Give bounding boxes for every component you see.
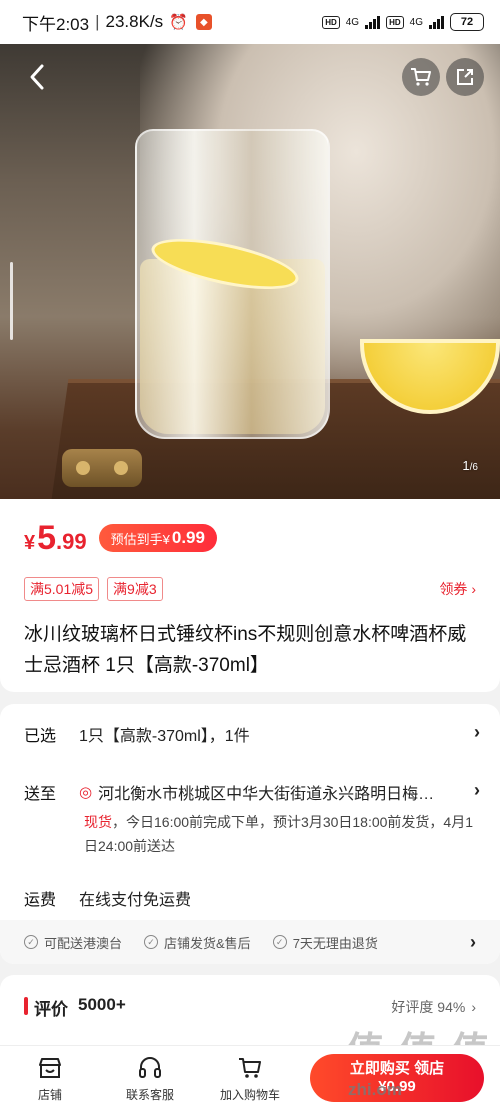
purchase-info-card: 已选 1只【高款-370ml】，1件 › 送至 ◎ 河北衡水市桃城区中华大街街道… — [0, 704, 500, 964]
network-type-2: 4G — [409, 16, 423, 28]
bottom-action-bar: 店铺 联系客服 加入购物车 立即购买 领店 ¥0.99 — [0, 1045, 500, 1111]
cart-icon — [411, 68, 431, 86]
chevron-right-icon: › — [474, 780, 480, 800]
estimate-value: 0.99 — [171, 528, 205, 547]
coupon-tag[interactable]: 满5.01减5 — [24, 577, 100, 601]
share-button[interactable] — [446, 58, 484, 96]
status-separator: | — [95, 12, 100, 31]
coupon-row: 满5.01减5 满9减3 领券 › — [24, 577, 476, 601]
delivery-estimate: 现货，今日16:00前完成下单，预计3月30日18:00前发货，4月1 日24:… — [84, 810, 476, 858]
cart-button[interactable] — [402, 58, 440, 96]
section-accent-bar — [24, 997, 28, 1015]
delivery-label: 送至 — [24, 786, 57, 803]
stock-status: 现货 — [84, 814, 112, 830]
estimated-price-badge[interactable]: 预估到手¥ 0.99 — [98, 524, 217, 552]
signal-icon — [429, 15, 444, 29]
chevron-right-icon: › — [474, 722, 480, 742]
selected-spec-row[interactable]: 已选 1只【高款-370ml】，1件 › — [24, 722, 480, 746]
shipping-row: 运费 在线支付免运费 — [24, 886, 480, 910]
customer-service-tab[interactable]: 联系客服 — [100, 1054, 200, 1103]
get-coupon-label: 领券 — [439, 581, 468, 597]
add-to-cart-tab[interactable]: 加入购物车 — [200, 1054, 300, 1103]
status-time: 下午2:03 — [22, 14, 90, 34]
address-text: 河北衡水市桃城区中华大街街道永兴路明日梅… — [98, 786, 435, 803]
signal-icon — [365, 15, 381, 29]
shipping-value: 在线支付免运费 — [79, 892, 192, 909]
store-icon — [37, 1054, 63, 1082]
headset-icon — [137, 1054, 163, 1082]
positive-rate-label: 好评度 94% — [391, 999, 466, 1015]
network-type-1: 4G — [345, 16, 360, 28]
buy-now-label: 立即购买 领店 — [349, 1060, 445, 1077]
guarantee-label: 店铺发货&售后 — [164, 935, 251, 951]
service-guarantees[interactable]: ✓ 可配送港澳台 ✓ 店铺发货&售后 ✓ 7天无理由退货 › — [0, 920, 500, 964]
gallery-current: 1 — [462, 458, 470, 473]
guarantee-item: ✓ 7天无理由退货 — [272, 933, 378, 952]
delivery-row[interactable]: 送至 ◎ 河北衡水市桃城区中华大街街道永兴路明日梅… › — [24, 780, 480, 804]
selected-value: 1只【高款-370ml】，1件 — [79, 728, 250, 745]
box-clasp — [62, 449, 142, 487]
estimate-label: 预估到手¥ — [110, 531, 170, 547]
hd-icon: HD — [322, 15, 340, 29]
network-speed: 23.8K/s — [105, 12, 164, 31]
shipping-label: 运费 — [24, 892, 57, 909]
battery-icon: 72 — [450, 13, 484, 31]
coupon-tag[interactable]: 满9减3 — [107, 577, 163, 601]
guarantee-label: 可配送港澳台 — [44, 935, 123, 951]
selected-label: 已选 — [24, 728, 57, 745]
positive-rate[interactable]: 好评度 94% › — [391, 997, 476, 1017]
share-icon — [457, 69, 473, 85]
get-coupon-link[interactable]: 领券 › — [439, 579, 476, 599]
status-bar: 下午2:03 | 23.8K/s ⏰ ◆ HD 4G HD 4G 72 — [0, 0, 500, 44]
app-notification-icon: ◆ — [195, 14, 212, 30]
add-to-cart-label: 加入购物车 — [219, 1088, 280, 1102]
delivery-address: ◎ 河北衡水市桃城区中华大街街道永兴路明日梅… — [79, 780, 434, 804]
customer-service-label: 联系客服 — [125, 1088, 174, 1102]
price-integer: 5 — [37, 518, 57, 557]
guarantee-item: ✓ 可配送港澳台 — [24, 933, 122, 952]
currency-symbol: ¥ — [24, 531, 36, 554]
gallery-scroll-indicator — [10, 262, 13, 340]
chevron-right-icon: › — [471, 581, 476, 597]
price-card: ¥ 5 .99 预估到手¥ 0.99 满5.01减5 满9减3 领券 › 冰川纹玻… — [0, 499, 500, 692]
gallery-total: /6 — [469, 462, 478, 473]
product-title: 冰川纹玻璃杯日式锤纹杯ins不规则创意水杯啤酒杯威士忌酒杯 1只【高款-370m… — [24, 624, 467, 676]
chevron-right-icon: › — [470, 931, 476, 952]
guarantee-label: 7天无理由退货 — [292, 935, 378, 951]
chevron-left-icon — [30, 64, 44, 90]
site-watermark-url: zhi.om — [348, 1080, 402, 1099]
back-button[interactable] — [20, 60, 54, 94]
check-circle-icon: ✓ — [144, 935, 159, 949]
review-count: 5000+ — [78, 995, 126, 1014]
delivery-detail-line1: ，今日16:00前完成下单，预计3月30日18:00前发货，4月1 — [112, 814, 473, 830]
alarm-icon: ⏰ — [169, 14, 188, 31]
guarantee-item: ✓ 店铺发货&售后 — [144, 933, 251, 952]
product-image-gallery[interactable]: 1/6 — [0, 44, 500, 499]
store-label: 店铺 — [37, 1088, 62, 1102]
price-decimal: .99 — [56, 528, 87, 554]
chevron-right-icon: › — [471, 999, 476, 1015]
check-circle-icon: ✓ — [24, 935, 38, 949]
cart-icon — [237, 1054, 263, 1082]
price-row: ¥ 5 .99 预估到手¥ 0.99 — [24, 499, 476, 577]
location-pin-icon: ◎ — [79, 784, 93, 801]
hd-icon: HD — [386, 15, 404, 29]
product-price: ¥ 5 .99 — [24, 519, 87, 558]
store-tab[interactable]: 店铺 — [0, 1054, 100, 1103]
review-title: 评价 — [34, 1000, 68, 1019]
check-circle-icon: ✓ — [272, 935, 287, 949]
status-indicators: HD 4G HD 4G 72 — [322, 13, 484, 31]
gallery-counter: 1/6 — [462, 458, 478, 473]
delivery-detail-line2: 日24:00前送达 — [84, 838, 176, 854]
